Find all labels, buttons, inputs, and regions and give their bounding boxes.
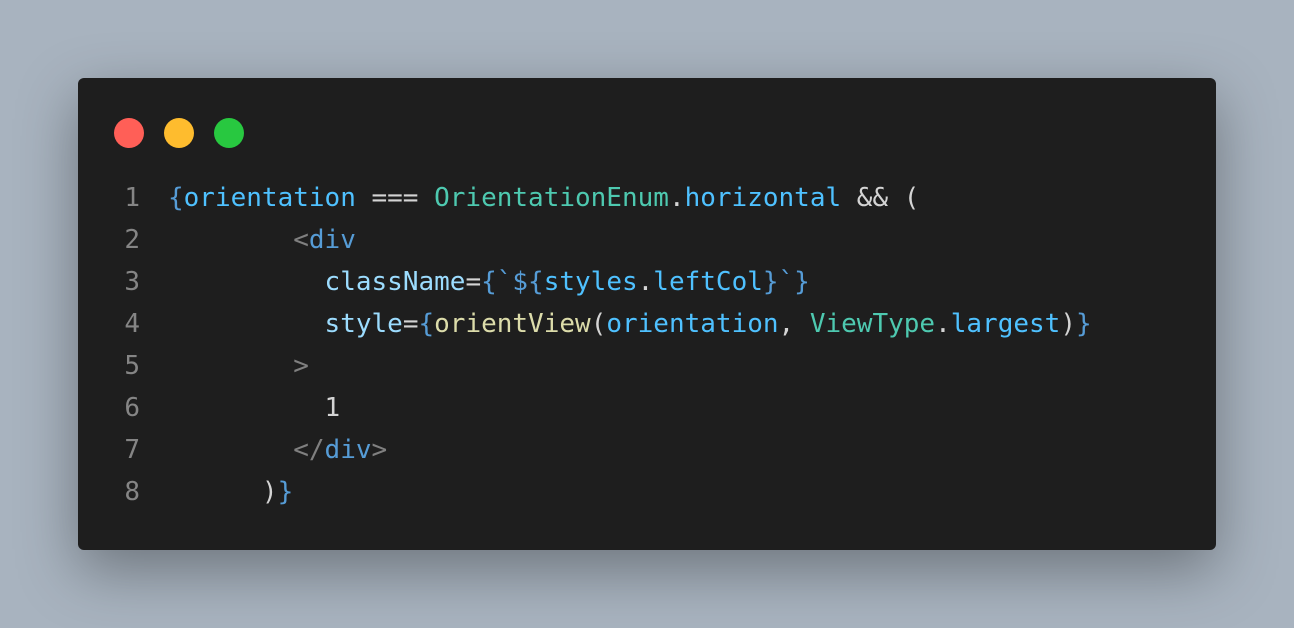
line-number: 5 <box>124 351 140 381</box>
code-token: . <box>935 309 951 339</box>
code-token: ViewType <box>809 309 936 339</box>
code-token: } <box>1075 309 1092 339</box>
code-token: div <box>308 225 356 255</box>
code-token: { <box>418 309 435 339</box>
code-token: } <box>277 477 294 507</box>
line-number: 7 <box>124 435 140 465</box>
code-token: = <box>465 267 482 297</box>
code-line: 7 </div> <box>78 429 1092 471</box>
line-content: > <box>168 345 309 387</box>
window-controls <box>114 118 244 148</box>
code-token: ) <box>1060 309 1076 339</box>
line-content: <div <box>168 219 356 261</box>
code-line: 2 <div <box>78 219 1092 261</box>
code-token: style <box>324 309 403 339</box>
code-token: </ <box>293 435 325 465</box>
code-line: 8 )} <box>78 471 1092 513</box>
code-token: leftCol <box>653 267 763 297</box>
code-token: ( <box>590 309 607 339</box>
code-token: horizontal <box>684 183 842 213</box>
code-line: 4 style={orientView(orientation, ViewTyp… <box>78 303 1092 345</box>
code-line: 1 {orientation === OrientationEnum.horizo… <box>78 177 1092 219</box>
code-token: === <box>355 183 435 213</box>
code-token: > <box>293 351 309 381</box>
line-content: {orientation === OrientationEnum.horizon… <box>168 177 919 219</box>
code-token: , <box>778 309 810 339</box>
code-token: className <box>324 267 466 297</box>
zoom-dot[interactable] <box>214 118 244 148</box>
code-token: 1 <box>324 393 341 423</box>
code-token: { <box>168 183 184 213</box>
line-content: </div> <box>168 429 387 471</box>
code-window: 1 {orientation === OrientationEnum.horizo… <box>78 78 1216 550</box>
code-line: 5 > <box>78 345 1092 387</box>
line-content: 1 <box>168 387 341 429</box>
line-number: 8 <box>124 477 140 507</box>
line-content: style={orientView(orientation, ViewType.… <box>168 303 1092 345</box>
code-token: styles <box>543 267 638 297</box>
minimize-dot[interactable] <box>164 118 194 148</box>
line-number: 3 <box>124 267 140 297</box>
code-token: orientView <box>434 309 591 339</box>
close-dot[interactable] <box>114 118 144 148</box>
code-line: 6 1 <box>78 387 1092 429</box>
code-token: ) <box>261 477 278 507</box>
line-content: className={`${styles.leftCol}`} <box>168 261 810 303</box>
code-token: {`${ <box>481 267 544 297</box>
code-token: = <box>402 309 419 339</box>
line-number: 1 <box>124 183 140 213</box>
code-block: 1 {orientation === OrientationEnum.horizo… <box>78 177 1092 513</box>
line-number: 6 <box>124 393 140 423</box>
code-token: && ( <box>841 183 920 213</box>
line-number: 2 <box>124 225 140 255</box>
code-token: orientation <box>606 309 779 339</box>
code-token: orientation <box>183 183 356 213</box>
line-number: 4 <box>124 309 140 339</box>
line-content: )} <box>168 471 293 513</box>
code-token: < <box>293 225 309 255</box>
code-token: > <box>371 435 388 465</box>
code-line: 3 className={`${styles.leftCol}`} <box>78 261 1092 303</box>
code-token: . <box>668 183 685 213</box>
code-token: OrientationEnum <box>434 183 669 213</box>
code-token: div <box>324 435 372 465</box>
code-token: }`} <box>762 267 810 297</box>
code-token: . <box>637 267 654 297</box>
code-token: largest <box>950 309 1061 339</box>
